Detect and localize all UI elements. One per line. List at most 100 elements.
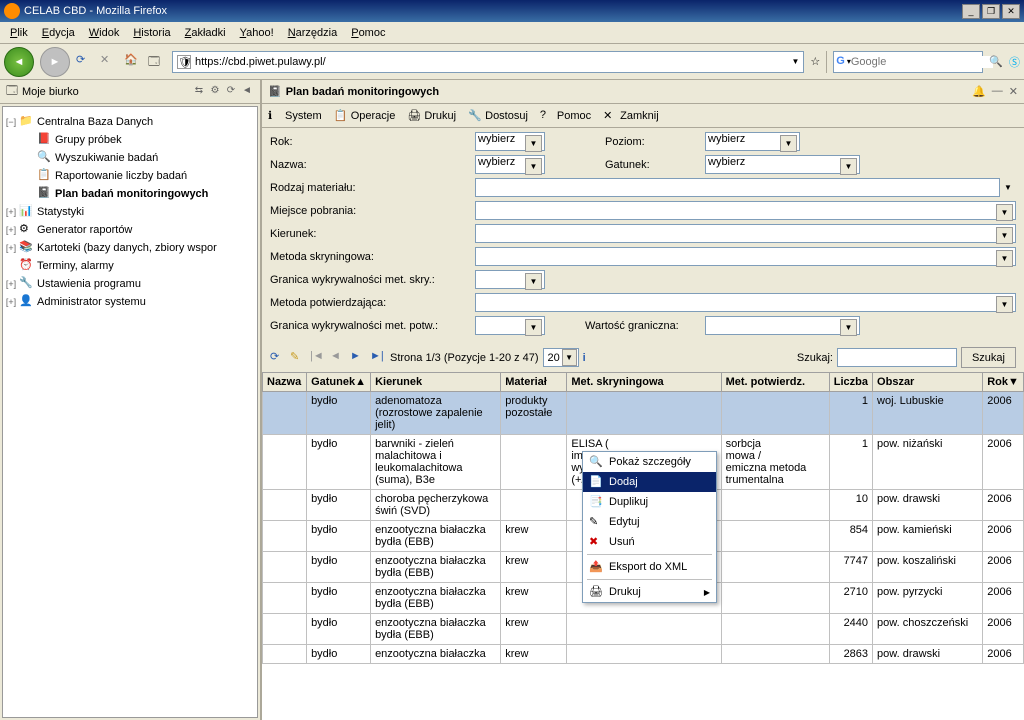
edit-icon[interactable]: ✎	[290, 350, 306, 366]
col-nazwa[interactable]: Nazwa	[263, 373, 307, 392]
menu-yahoo![interactable]: Yahoo!	[234, 25, 280, 41]
info-icon[interactable]: i	[583, 352, 586, 364]
select-miejsce[interactable]	[475, 201, 1016, 220]
stop-icon[interactable]: ✕	[100, 53, 118, 71]
grid-search-input[interactable]	[837, 348, 957, 367]
table-row[interactable]: bydłoenzootyczna białaczka bydła (EBB)kr…	[263, 614, 1024, 645]
url-bar[interactable]: 🛡 ▼	[172, 51, 804, 73]
ctx-eksportdoxml[interactable]: 📤Eksport do XML	[583, 557, 716, 577]
select-rok[interactable]: wybierz	[475, 132, 545, 151]
tree-item-8[interactable]: ⏰Terminy, alarmy	[5, 257, 255, 275]
tree-item-6[interactable]: [+]⚙Generator raportów	[5, 221, 255, 239]
skype-icon[interactable]: Ⓢ	[1009, 54, 1020, 70]
reload-icon[interactable]: ⟳	[76, 53, 94, 71]
url-input[interactable]	[195, 56, 792, 68]
table-row[interactable]: bydłoenzootyczna białaczkakrew2863pow. d…	[263, 645, 1024, 664]
filter-form: Rok: wybierz Poziom: wybierz Nazwa: wybi…	[262, 128, 1024, 343]
menu-plik[interactable]: Plik	[4, 25, 34, 41]
tree-item-3[interactable]: 📋Raportowanie liczby badań	[5, 167, 255, 185]
col-gatunek[interactable]: Gatunek▲	[307, 373, 371, 392]
search-button[interactable]: Szukaj	[961, 347, 1016, 368]
back-button[interactable]: ◄	[4, 47, 34, 77]
toolbar-operacje[interactable]: 📋Operacje	[334, 109, 396, 123]
desk-icon[interactable]: 🗔	[148, 53, 166, 71]
book-icon: 📓	[268, 85, 282, 98]
tree-item-0[interactable]: [−]📁Centralna Baza Danych	[5, 113, 255, 131]
search-box[interactable]: G▾	[833, 51, 983, 73]
first-page-icon[interactable]: |◄	[310, 350, 326, 366]
search-label: Szukaj:	[797, 352, 833, 364]
dropdown-icon[interactable]: ▼	[792, 57, 800, 66]
toolbar-dostosuj[interactable]: 🔧Dostosuj	[468, 109, 528, 123]
tree-item-4[interactable]: 📓Plan badań monitoringowych	[5, 185, 255, 203]
toolbar-system[interactable]: ℹSystem	[268, 109, 322, 123]
menu-historia[interactable]: Historia	[127, 25, 176, 41]
col-metskryningowa[interactable]: Met. skryningowa	[567, 373, 721, 392]
star-icon[interactable]: ☆	[810, 55, 820, 68]
refresh-icon[interactable]: ⟳	[270, 350, 286, 366]
select-granica-skr[interactable]	[475, 270, 545, 289]
label-rok: Rok:	[270, 136, 475, 148]
select-nazwa[interactable]: wybierz	[475, 155, 545, 174]
search-input[interactable]	[851, 56, 993, 68]
ctx-edytuj[interactable]: ✎Edytuj	[583, 512, 716, 532]
menu-widok[interactable]: Widok	[83, 25, 126, 41]
col-liczba[interactable]: Liczba	[829, 373, 872, 392]
col-kierunek[interactable]: Kierunek	[371, 373, 501, 392]
menu-narzędzia[interactable]: Narzędzia	[282, 25, 344, 41]
toolbar-pomoc[interactable]: ?Pomoc	[540, 109, 591, 123]
menu-zakładki[interactable]: Zakładki	[179, 25, 232, 41]
select-poziom[interactable]: wybierz	[705, 132, 800, 151]
forward-button[interactable]: ►	[40, 47, 70, 77]
search-go-icon[interactable]: 🔍	[989, 55, 1003, 68]
select-met-skr[interactable]	[475, 247, 1016, 266]
shield-icon: 🛡	[177, 55, 191, 69]
bell-icon[interactable]: 🔔	[972, 85, 986, 98]
dropdown-icon[interactable]: ▼	[1000, 183, 1016, 192]
ctx-dodaj[interactable]: 📄Dodaj	[583, 472, 716, 492]
select-met-potw[interactable]	[475, 293, 1016, 312]
last-page-icon[interactable]: ►|	[370, 350, 386, 366]
window-titlebar: CELAB CBD - Mozilla Firefox _ ❐ ✕	[0, 0, 1024, 22]
col-materia[interactable]: Materiał	[501, 373, 567, 392]
ctx-usuń[interactable]: ✖Usuń	[583, 532, 716, 552]
ctx-pokaższczegóły[interactable]: 🔍Pokaż szczegóły	[583, 452, 716, 472]
toolbar-zamknij[interactable]: ✕Zamknij	[603, 109, 659, 123]
minimize-button[interactable]: _	[962, 4, 980, 19]
pagesize-select[interactable]: 20	[543, 348, 579, 367]
col-obszar[interactable]: Obszar	[873, 373, 983, 392]
tree-item-10[interactable]: [+]👤Administrator systemu	[5, 293, 255, 311]
tree-item-7[interactable]: [+]📚Kartoteki (bazy danych, zbiory wspor	[5, 239, 255, 257]
toolbar-drukuj[interactable]: 🖨Drukuj	[407, 109, 456, 123]
minimize-panel-icon[interactable]: —	[992, 85, 1003, 98]
refresh-icon[interactable]: ⟳	[224, 85, 238, 99]
tree-item-5[interactable]: [+]📊Statystyki	[5, 203, 255, 221]
tree-item-9[interactable]: [+]🔧Ustawienia programu	[5, 275, 255, 293]
home-icon[interactable]: 🏠	[124, 53, 142, 71]
col-rok[interactable]: Rok▼	[983, 373, 1024, 392]
nav-toolbar: ◄ ► ⟳ ✕ 🏠 🗔 🛡 ▼ ☆ G▾ 🔍 Ⓢ	[0, 44, 1024, 80]
collapse-icon[interactable]: ◄	[240, 85, 254, 99]
restore-button[interactable]: ❐	[982, 4, 1000, 19]
close-button[interactable]: ✕	[1002, 4, 1020, 19]
select-kierunek[interactable]	[475, 224, 1016, 243]
nav-tree: [−]📁Centralna Baza Danych📕Grupy próbek🔍W…	[2, 106, 258, 718]
prev-page-icon[interactable]: ◄	[330, 350, 346, 366]
menu-pomoc[interactable]: Pomoc	[345, 25, 391, 41]
select-gatunek[interactable]: wybierz	[705, 155, 860, 174]
input-rodzaj[interactable]	[475, 178, 1000, 197]
next-page-icon[interactable]: ►	[350, 350, 366, 366]
table-row[interactable]: bydłoadenomatoza (rozrostowe zapalenie j…	[263, 392, 1024, 435]
tree-item-2[interactable]: 🔍Wyszukiwanie badań	[5, 149, 255, 167]
ctx-duplikuj[interactable]: 📑Duplikuj	[583, 492, 716, 512]
pin-icon[interactable]: ⇆	[192, 85, 206, 99]
sidebar-header: 🗔Moje biurko ⇆ ⚙ ⟳ ◄	[0, 80, 260, 104]
cog-icon[interactable]: ⚙	[208, 85, 222, 99]
select-granica-potw[interactable]	[475, 316, 545, 335]
col-metpotwierdz[interactable]: Met. potwierdz.	[721, 373, 829, 392]
ctx-drukuj[interactable]: 🖨Drukuj▶	[583, 582, 716, 602]
select-wartosc[interactable]	[705, 316, 860, 335]
close-panel-icon[interactable]: ✕	[1009, 85, 1018, 98]
tree-item-1[interactable]: 📕Grupy próbek	[5, 131, 255, 149]
menu-edycja[interactable]: Edycja	[36, 25, 81, 41]
